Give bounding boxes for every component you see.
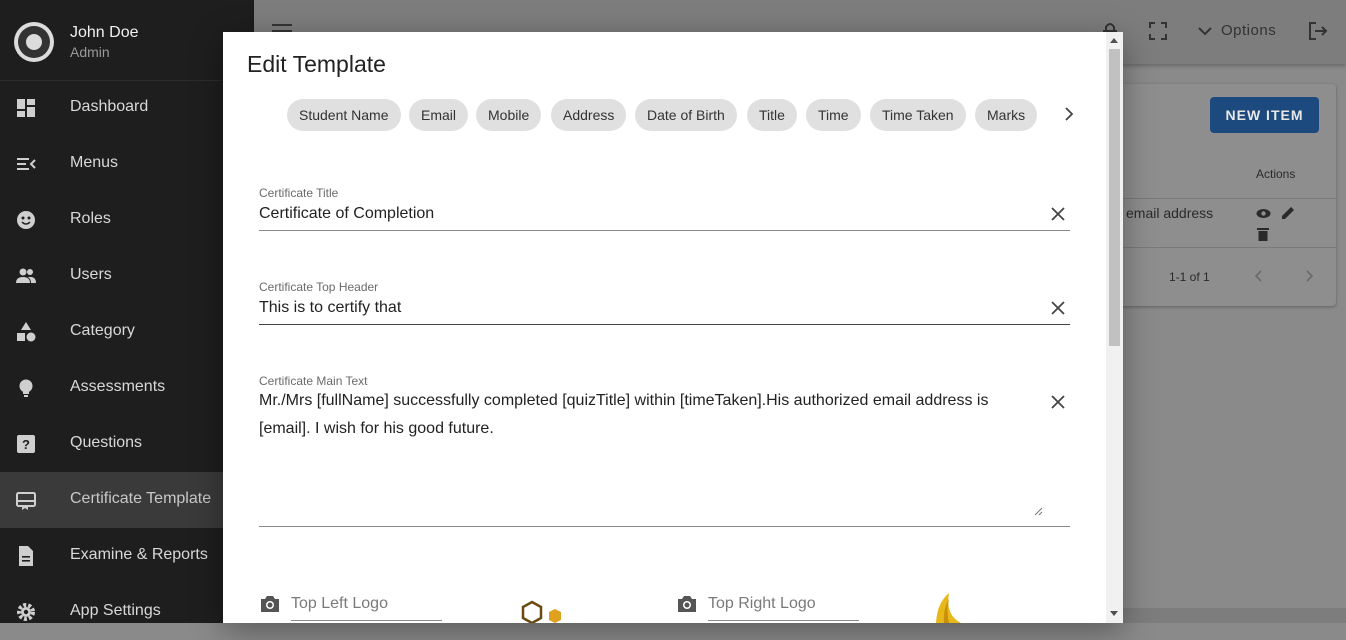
chevron-right-icon[interactable] [1302, 269, 1316, 283]
sidebar-item-users[interactable]: Users [0, 248, 254, 304]
resize-handle-icon[interactable] [1033, 506, 1043, 516]
user-role: Admin [70, 44, 110, 60]
scroll-thumb[interactable] [1109, 49, 1120, 346]
sidebar-item-roles[interactable]: Roles [0, 192, 254, 248]
chip-title[interactable]: Title [747, 99, 797, 131]
field-label: Certificate Title [259, 186, 339, 200]
sidebar-item-certificate-template[interactable]: Certificate Template [0, 472, 254, 528]
people-icon [16, 268, 36, 283]
view-eye-icon[interactable] [1256, 206, 1271, 221]
sidebar-item-menus[interactable]: Menus [0, 136, 254, 192]
sidebar-item-label: Assessments [70, 378, 166, 395]
category-shapes-icon [17, 322, 36, 342]
top-left-logo-preview [521, 600, 561, 623]
clear-icon[interactable] [1046, 390, 1070, 414]
chip-email[interactable]: Email [409, 99, 469, 131]
sidebar-item-label: Users [70, 266, 112, 283]
field-label: Certificate Main Text [259, 374, 368, 388]
card-membership-icon [16, 492, 36, 510]
user-profile: John Doe Admin [0, 0, 254, 81]
sidebar: John Doe Admin Dashboard Menus Roles Use… [0, 0, 254, 623]
chip-marks[interactable]: Marks [975, 99, 1038, 131]
chevron-right-icon[interactable] [1058, 103, 1080, 125]
sidebar-item-label: App Settings [70, 602, 161, 619]
certificate-main-text-input[interactable]: Mr./Mrs [fullName] successfully complete… [259, 387, 1039, 515]
top-right-logo-input[interactable]: Top Right Logo [708, 595, 816, 613]
table-cell-email: email address [1126, 205, 1214, 221]
dialog-title: Edit Template [247, 51, 386, 77]
clear-icon[interactable] [1046, 296, 1070, 320]
edit-template-dialog: Edit Template Student Name Email Mobile … [223, 32, 1123, 623]
settings-icon [17, 603, 35, 621]
chevron-left-icon[interactable] [1252, 269, 1266, 283]
svg-text:?: ? [22, 437, 30, 452]
new-item-button[interactable]: NEW ITEM [1210, 97, 1319, 133]
chip-date-of-birth[interactable]: Date of Birth [635, 99, 737, 131]
delete-trash-icon[interactable] [1257, 227, 1269, 241]
user-name: John Doe [70, 24, 139, 41]
chip-mobile[interactable]: Mobile [476, 99, 542, 131]
certificate-title-input[interactable]: Certificate of Completion [259, 205, 434, 223]
menu-open-icon [17, 158, 36, 170]
divider [1100, 247, 1336, 248]
dialog-scrollbar[interactable] [1106, 32, 1123, 623]
chip-address[interactable]: Address [551, 99, 627, 131]
scroll-up-arrow-icon[interactable] [1110, 38, 1118, 43]
certificate-main-text-field[interactable]: Certificate Main Text Mr./Mrs [fullName]… [259, 374, 1070, 527]
sidebar-item-label: Dashboard [70, 98, 149, 115]
lightbulb-icon [19, 379, 33, 397]
certificate-title-field[interactable]: Certificate Title Certificate of Complet… [259, 186, 1070, 231]
avatar[interactable] [14, 22, 54, 62]
certificate-top-header-input[interactable]: This is to certify that [259, 299, 401, 317]
camera-icon[interactable] [676, 594, 698, 614]
scroll-down-arrow-icon[interactable] [1110, 611, 1118, 616]
sidebar-item-label: Examine & Reports [70, 546, 208, 563]
sidebar-item-examine-reports[interactable]: Examine & Reports [0, 528, 254, 584]
sidebar-item-questions[interactable]: ? Questions [0, 416, 254, 472]
chip-time[interactable]: Time [806, 99, 861, 131]
actions-column-header: Actions [1256, 167, 1296, 181]
sidebar-item-label: Category [70, 322, 135, 339]
options-menu[interactable]: Options [1221, 22, 1276, 39]
field-label: Certificate Top Header [259, 280, 379, 294]
face-icon [17, 211, 35, 229]
sidebar-item-label: Menus [70, 154, 119, 171]
edit-pencil-icon[interactable] [1281, 206, 1295, 220]
sidebar-item-assessments[interactable]: Assessments [0, 360, 254, 416]
sidebar-item-label: Roles [70, 210, 111, 227]
top-left-logo-input[interactable]: Top Left Logo [291, 595, 388, 613]
pagination-range: 1-1 of 1 [1169, 270, 1210, 284]
chip-time-taken[interactable]: Time Taken [870, 99, 966, 131]
sidebar-item-label: Questions [70, 434, 143, 451]
sidebar-item-dashboard[interactable]: Dashboard [0, 80, 254, 136]
chip-student-name[interactable]: Student Name [287, 99, 401, 131]
sidebar-item-app-settings[interactable]: App Settings [0, 584, 254, 640]
logout-icon[interactable] [1307, 20, 1329, 42]
divider [1100, 198, 1336, 199]
sidebar-item-label: Certificate Template [70, 490, 212, 507]
description-icon [19, 546, 33, 566]
footer-bar [1123, 608, 1346, 623]
certificate-top-header-field[interactable]: Certificate Top Header This is to certif… [259, 280, 1070, 325]
top-right-logo-preview [936, 593, 961, 623]
clear-icon[interactable] [1046, 202, 1070, 226]
chevron-down-icon[interactable] [1194, 20, 1216, 42]
fullscreen-icon[interactable] [1147, 20, 1169, 42]
help-box-icon: ? [17, 435, 35, 453]
dashboard-icon [17, 99, 35, 117]
sidebar-item-category[interactable]: Category [0, 304, 254, 360]
camera-icon[interactable] [259, 594, 281, 614]
